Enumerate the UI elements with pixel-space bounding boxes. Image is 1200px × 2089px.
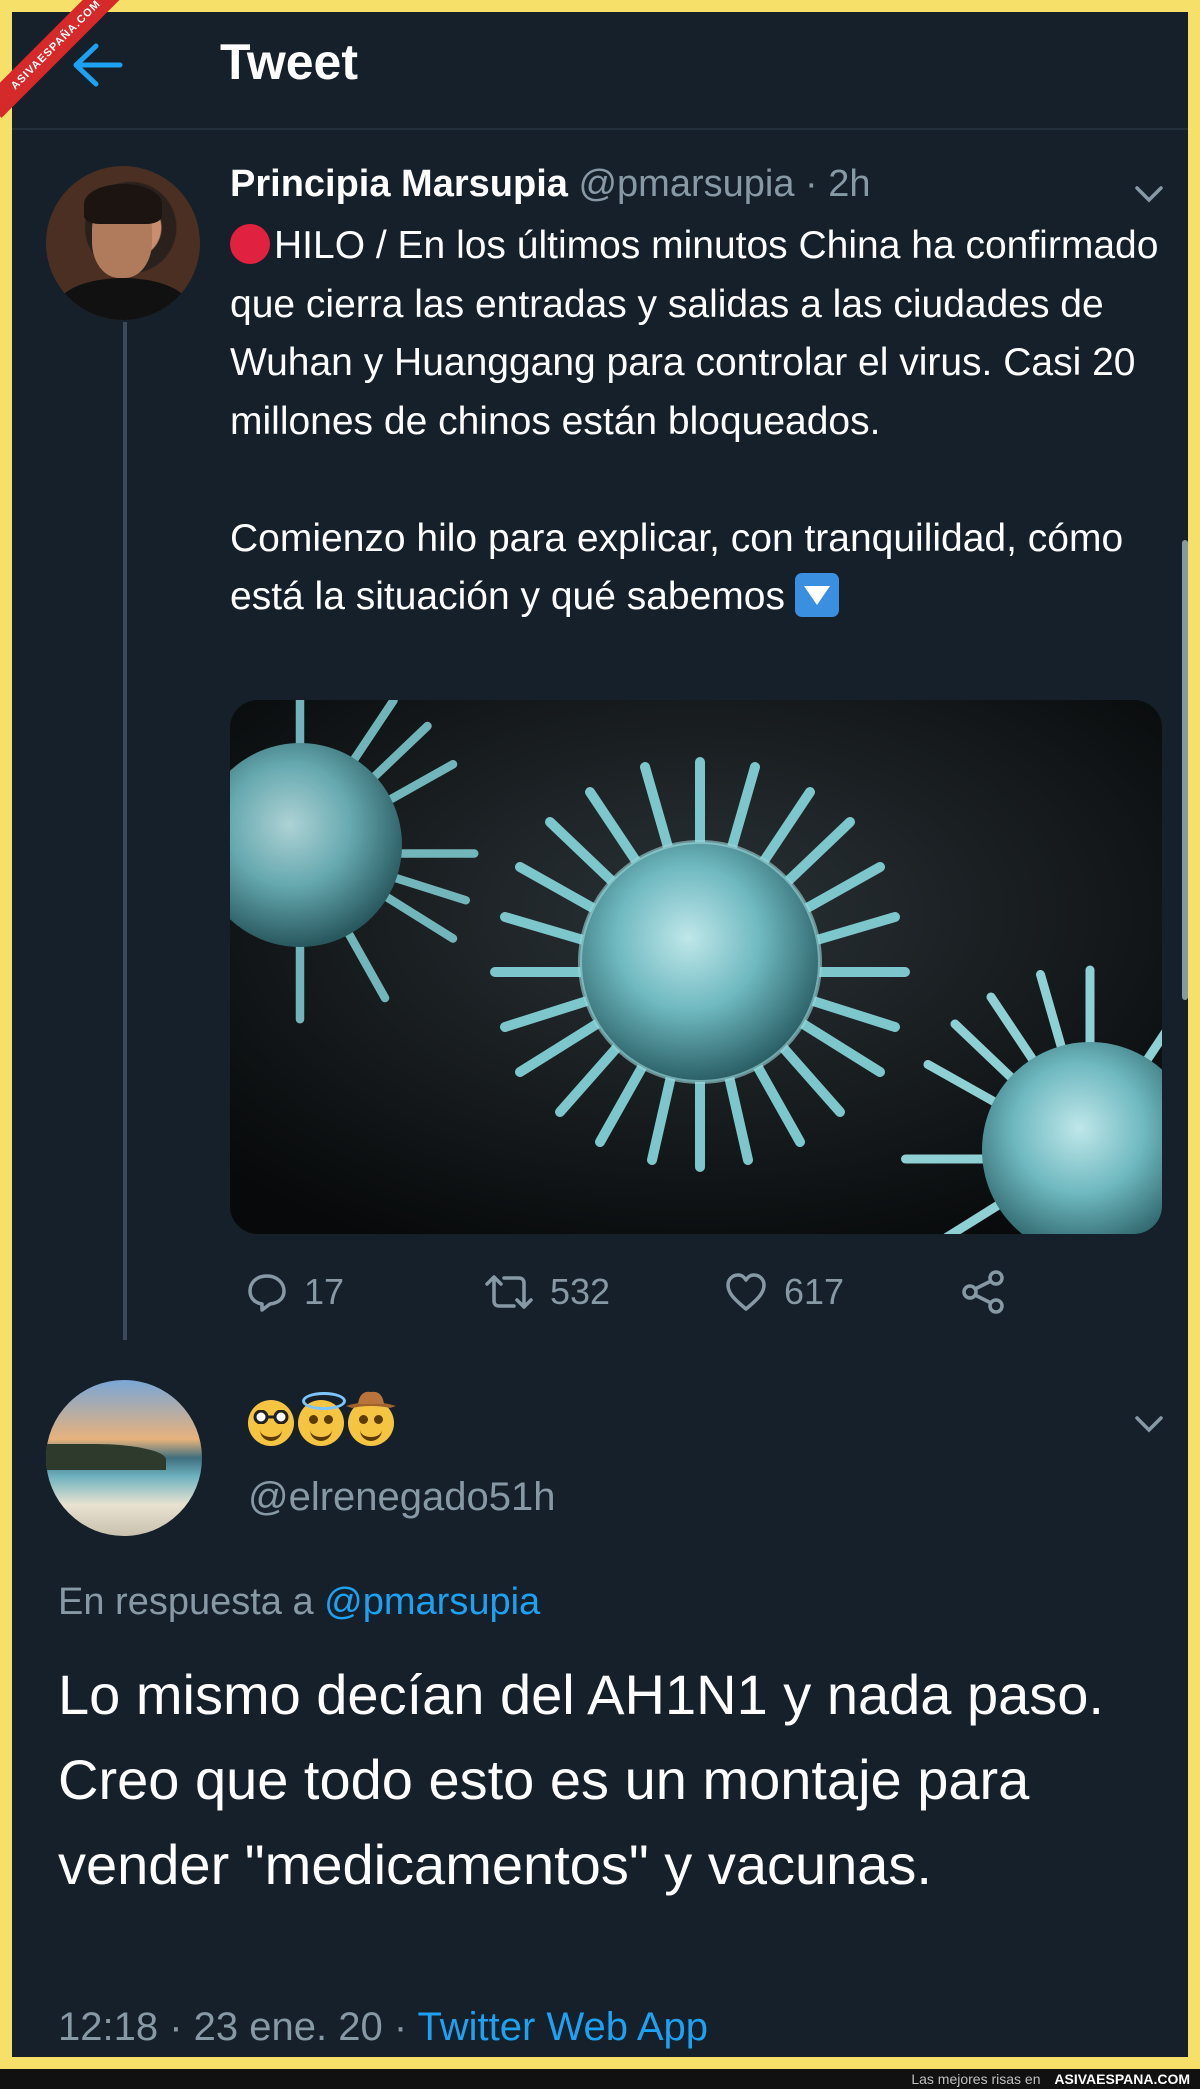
reply-meta: 12:18 · 23 ene. 20 · Twitter Web App [58, 2002, 708, 2052]
tweet-text: HILO / En los últimos minutos China ha c… [230, 224, 1159, 618]
footer-prefix: Las mejores risas en [911, 2071, 1041, 2087]
back-arrow-icon[interactable] [70, 42, 126, 88]
like-button[interactable]: 617 [724, 1262, 844, 1322]
nerd-face-emoji-icon [248, 1400, 294, 1446]
reply-icon [248, 1274, 286, 1312]
page-title: Tweet [220, 34, 358, 90]
share-button[interactable] [960, 1262, 1022, 1322]
halo-face-emoji-icon [298, 1392, 346, 1446]
footer-site-link[interactable]: ASIVAESPANA.COM [1054, 2071, 1190, 2087]
in-reply-prefix: En respuesta a [58, 1581, 314, 1623]
author-avatar[interactable] [46, 166, 200, 320]
reply-text: Lo mismo decían del AH1N1 y nada paso. C… [58, 1663, 1104, 1896]
heart-icon [726, 1273, 766, 1311]
chevron-down-icon[interactable] [1134, 1414, 1164, 1434]
reply-author-handle[interactable]: @elrenegado51h [248, 1472, 556, 1522]
retweet-icon [485, 1275, 533, 1309]
site-footer: Las mejores risas en ASIVAESPANA.COM [0, 2069, 1200, 2089]
avatar-shirt [56, 278, 190, 320]
in-reply-handle-link[interactable]: @pmarsupia [324, 1581, 540, 1623]
author-name[interactable]: Principia Marsupia [230, 163, 568, 205]
chevron-down-icon[interactable] [1134, 184, 1164, 204]
red-circle-emoji-icon [230, 224, 270, 264]
top-bar: Tweet [12, 12, 1188, 130]
thread-line [123, 322, 127, 1340]
reply-timestamp: 12:18 · 23 ene. 20 · [58, 2005, 408, 2049]
down-arrow-button-emoji-icon [795, 573, 839, 617]
author-handle[interactable]: @pmarsupia [578, 163, 794, 205]
app-frame: Tweet Principia Marsupia @pmarsupia · 2h… [12, 12, 1188, 2057]
tweet-media-image[interactable] [230, 700, 1162, 1234]
tweet-actions: 17 532 617 [230, 1262, 1050, 1322]
share-icon [962, 1270, 1004, 1314]
retweet-button[interactable]: 532 [484, 1262, 610, 1322]
tweet-time: · 2h [805, 163, 871, 205]
avatar-landscape [46, 1444, 166, 1470]
reply-source-link[interactable]: Twitter Web App [418, 2005, 709, 2049]
in-reply-to: En respuesta a @pmarsupia [58, 1577, 540, 1627]
reply-button[interactable]: 17 [246, 1262, 344, 1322]
retweet-count: 532 [550, 1271, 611, 1312]
scrollbar-thumb[interactable] [1182, 540, 1188, 1000]
reply-author-avatar[interactable] [46, 1380, 202, 1536]
tweet-body: HILO / En los últimos minutos China ha c… [230, 217, 1170, 627]
virus-illustration-icon [230, 700, 1162, 1234]
tweet-header: Principia Marsupia @pmarsupia · 2h [230, 160, 871, 208]
avatar-hair [84, 184, 162, 224]
like-count: 617 [784, 1271, 845, 1312]
cowboy-face-emoji-icon [346, 1391, 396, 1446]
reply-count: 17 [304, 1271, 345, 1312]
